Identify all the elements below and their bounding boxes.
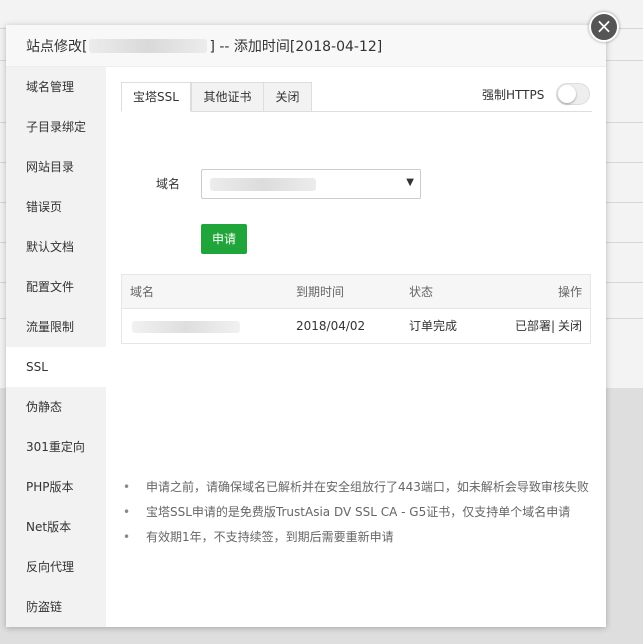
row-status: 订单完成 [409, 319, 458, 333]
sidebar-item-domain-management[interactable]: 域名管理 [6, 67, 106, 107]
header-domain: 域名 [130, 285, 155, 299]
apply-button[interactable]: 申请 [201, 224, 247, 254]
redacted-domain-value [210, 178, 316, 191]
sidebar-item-rewrite[interactable]: 伪静态 [6, 387, 106, 427]
sidebar-item-site-directory[interactable]: 网站目录 [6, 147, 106, 187]
dialog-title-prefix: 站点修改[ [26, 38, 88, 55]
force-https-label: 强制HTTPS [482, 88, 545, 102]
certificate-table: 域名 到期时间 状态 操作 2018/04/02 订单完成 已部署| 关闭 [121, 274, 591, 344]
close-dialog-button[interactable]: × [589, 12, 619, 42]
tab-other-certificate[interactable]: 其他证书 [191, 82, 264, 112]
dialog-header: 站点修改[ ] -- 添加时间[2018-04-12] [6, 25, 606, 67]
dialog-title-suffix: ] -- 添加时间[2018-04-12] [209, 38, 383, 55]
sidebar-item-php-version[interactable]: PHP版本 [6, 467, 106, 507]
sidebar-item-error-page[interactable]: 错误页 [6, 187, 106, 227]
site-edit-dialog: 站点修改[ ] -- 添加时间[2018-04-12] 域名管理 子目录绑定 网… [6, 25, 606, 627]
force-https-toggle[interactable] [556, 83, 590, 105]
header-expiry: 到期时间 [296, 285, 345, 299]
ssl-notes: 申请之前，请确保域名已解析并在安全组放行了443端口，如未解析会导致审核失败 宝… [121, 479, 601, 554]
note-item: 宝塔SSL申请的是免费版TrustAsia DV SSL CA - G5证书，仅… [121, 504, 601, 529]
sidebar-item-reverse-proxy[interactable]: 反向代理 [6, 547, 106, 587]
table-header: 域名 到期时间 状态 操作 [122, 275, 590, 309]
header-action: 操作 [557, 285, 582, 299]
chevron-down-icon: ▼ [406, 177, 414, 188]
toggle-knob [558, 85, 576, 103]
sidebar-item-traffic-limit[interactable]: 流量限制 [6, 307, 106, 347]
sidebar-item-hotlink-protection[interactable]: 防盗链 [6, 587, 106, 627]
redacted-site-name [89, 38, 208, 53]
domain-label: 域名 [156, 177, 181, 191]
sidebar-item-default-document[interactable]: 默认文档 [6, 227, 106, 267]
header-status: 状态 [409, 285, 434, 299]
table-row: 2018/04/02 订单完成 已部署| 关闭 [122, 309, 590, 343]
row-close-link[interactable]: 关闭 [558, 309, 582, 343]
row-deployed: 已部署| [515, 319, 556, 333]
note-item: 申请之前，请确保域名已解析并在安全组放行了443端口，如未解析会导致审核失败 [121, 479, 601, 504]
sidebar-item-ssl[interactable]: SSL [6, 347, 106, 387]
settings-sidebar: 域名管理 子目录绑定 网站目录 错误页 默认文档 配置文件 流量限制 SSL 伪… [6, 67, 106, 627]
sidebar-item-config-file[interactable]: 配置文件 [6, 267, 106, 307]
sidebar-item-net-version[interactable]: Net版本 [6, 507, 106, 547]
row-expiry: 2018/04/02 [296, 319, 366, 333]
sidebar-item-subdirectory-binding[interactable]: 子目录绑定 [6, 107, 106, 147]
note-item: 有效期1年，不支持续签，到期后需要重新申请 [121, 529, 601, 554]
tab-close-ssl[interactable]: 关闭 [263, 82, 312, 112]
redacted-row-domain [132, 321, 240, 333]
ssl-panel: 宝塔SSL 其他证书 关闭 强制HTTPS 域名 ▼ 申请 域名 到期时间 状态… [106, 67, 606, 627]
tab-baota-ssl[interactable]: 宝塔SSL [121, 82, 191, 112]
domain-select[interactable]: ▼ [201, 169, 421, 199]
sidebar-item-301-redirect[interactable]: 301重定向 [6, 427, 106, 467]
